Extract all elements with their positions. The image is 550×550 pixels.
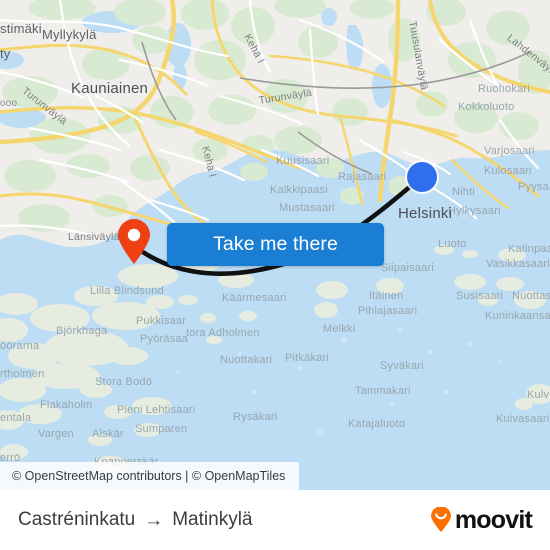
take-me-there-button[interactable]: Take me there bbox=[167, 223, 384, 266]
origin-marker-pin[interactable] bbox=[117, 219, 151, 265]
moovit-pin-icon bbox=[430, 507, 451, 532]
destination-marker-dot[interactable] bbox=[407, 162, 437, 192]
moovit-wordmark: moovit bbox=[454, 505, 533, 534]
map-canvas[interactable]: stimäki Myllykylä ty Kauniainen Turunväylä oo… bbox=[0, 0, 550, 490]
moovit-logo[interactable]: moovit bbox=[429, 505, 533, 534]
trip-summary: Castréninkatu → Matinkylä bbox=[18, 509, 252, 531]
footer-bar: Castréninkatu → Matinkylä moovit bbox=[0, 490, 550, 550]
trip-destination-label: Matinkylä bbox=[172, 509, 253, 530]
map-trip-card: stimäki Myllykylä ty Kauniainen Turunväylä oo… bbox=[0, 0, 550, 550]
trip-origin-label: Castréninkatu bbox=[18, 509, 136, 530]
arrow-right-icon: → bbox=[144, 509, 164, 531]
map-attribution[interactable]: © OpenStreetMap contributors | © OpenMap… bbox=[0, 462, 300, 490]
